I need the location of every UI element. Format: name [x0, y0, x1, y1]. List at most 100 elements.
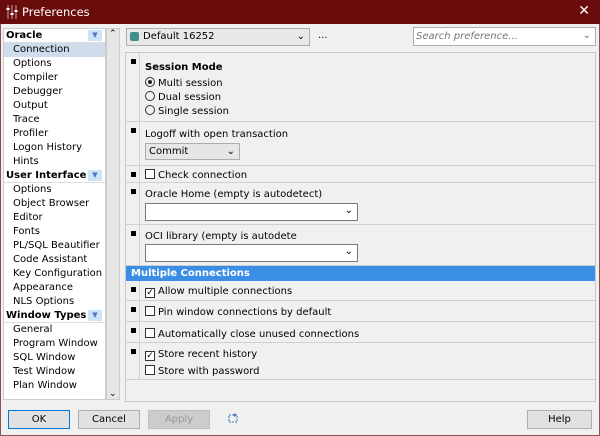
preferences-tree[interactable]: Oracle ▼ Connection Options Compiler Debugger… — [3, 28, 106, 400]
store-password-checkbox[interactable]: Store with password — [145, 365, 259, 377]
more-button[interactable]: ... — [318, 30, 328, 41]
tree-item[interactable]: Test Window — [4, 365, 105, 379]
radio-icon — [145, 77, 155, 87]
tree-item[interactable]: Editor — [4, 211, 105, 225]
chevron-down-icon: ⌄ — [296, 31, 305, 42]
tree-item[interactable]: PL/SQL Beautifier — [4, 239, 105, 253]
restore-defaults-icon[interactable] — [228, 413, 239, 424]
logoff-label: Logoff with open transaction — [145, 129, 289, 140]
collapse-icon[interactable]: ▼ — [88, 310, 102, 321]
radio-single-session[interactable]: Single session — [145, 105, 229, 117]
settings-panel: Session Mode Multi session Dual session … — [125, 52, 596, 402]
section-label: User Interface — [6, 170, 87, 181]
pin-group: Pin window connections by default — [126, 301, 595, 322]
section-marker — [131, 328, 136, 333]
logoff-select[interactable]: Commit ⌄ — [145, 143, 240, 160]
checkbox-label: Check connection — [158, 170, 248, 181]
tree-item[interactable]: Options — [4, 57, 105, 71]
radio-label: Single session — [158, 106, 229, 117]
oracle-home-group: Oracle Home (empty is autodetect) ⌄ — [126, 183, 595, 225]
session-mode-group: Session Mode Multi session Dual session … — [126, 53, 595, 122]
logoff-value: Commit — [149, 146, 189, 157]
section-label: Window Types — [6, 310, 87, 321]
check-connection-checkbox[interactable]: Check connection — [145, 169, 247, 181]
section-marker — [131, 172, 136, 177]
multiple-connections-header: Multiple Connections — [126, 266, 595, 281]
window-title: Preferences — [22, 5, 90, 19]
checkbox-label: Store recent history — [158, 349, 258, 360]
radio-multi-session[interactable]: Multi session — [145, 77, 223, 89]
tree-section-header[interactable]: User Interface ▼ — [4, 169, 105, 183]
cancel-button[interactable]: Cancel — [78, 410, 140, 429]
ok-button[interactable]: OK — [8, 410, 70, 429]
scroll-up-icon[interactable]: ⌃ — [109, 29, 117, 39]
allow-multiple-checkbox[interactable]: ✓ Allow multiple connections — [145, 286, 292, 298]
search-input[interactable] — [414, 28, 574, 45]
tree-section-header[interactable]: Window Types ▼ — [4, 309, 105, 323]
radio-label: Dual session — [158, 92, 222, 103]
tree-item[interactable]: Object Browser — [4, 197, 105, 211]
tree-item[interactable]: Appearance — [4, 281, 105, 295]
checkbox-label: Automatically close unused connections — [158, 329, 360, 340]
session-mode-title: Session Mode — [145, 62, 223, 73]
section-marker — [131, 287, 136, 292]
radio-icon — [145, 105, 155, 115]
tree-item[interactable]: SQL Window — [4, 351, 105, 365]
tree-item[interactable]: Output — [4, 99, 105, 113]
radio-icon — [145, 91, 155, 101]
chevron-down-icon[interactable]: ⌄ — [345, 246, 353, 257]
tree-item[interactable]: Trace — [4, 113, 105, 127]
tree-item[interactable]: Fonts — [4, 225, 105, 239]
tree-item[interactable]: Key Configuration — [4, 267, 105, 281]
chevron-down-icon: ⌄ — [226, 146, 235, 157]
tree-item[interactable]: Compiler — [4, 71, 105, 85]
profile-select[interactable]: Default 16252 ⌄ — [126, 28, 310, 46]
collapse-icon[interactable]: ▼ — [88, 30, 102, 41]
apply-button[interactable]: Apply — [148, 410, 210, 429]
checkbox-label: Store with password — [158, 366, 260, 377]
section-marker — [131, 307, 136, 312]
preferences-icon — [6, 5, 18, 19]
close-icon[interactable]: ✕ — [578, 3, 590, 19]
store-history-checkbox[interactable]: ✓ Store recent history — [145, 349, 257, 361]
tree-item[interactable]: Code Assistant — [4, 253, 105, 267]
autoclose-checkbox[interactable]: Automatically close unused connections — [145, 328, 359, 340]
tree-item[interactable]: Connection — [4, 43, 105, 57]
help-button[interactable]: Help — [527, 410, 592, 429]
radio-label: Multi session — [158, 78, 223, 89]
section-marker — [131, 59, 136, 64]
check-connection-group: Check connection — [126, 166, 595, 183]
checkbox-icon — [145, 306, 155, 316]
tree-item[interactable]: Profiler — [4, 127, 105, 141]
scroll-down-icon[interactable]: ⌄ — [109, 389, 117, 399]
tree-item[interactable]: Options — [4, 183, 105, 197]
oci-library-combo[interactable]: ⌄ — [145, 244, 358, 262]
tree-scrollbar[interactable]: ⌃ ⌄ — [106, 28, 120, 400]
checkbox-checked-icon: ✓ — [145, 288, 155, 298]
tree-item[interactable]: Plan Window — [4, 379, 105, 393]
chevron-down-icon[interactable]: ⌄ — [345, 205, 353, 216]
profile-value: Default 16252 — [143, 31, 215, 42]
oci-library-group: OCI library (empty is autodete ⌄ — [126, 225, 595, 266]
allow-multiple-group: ✓ Allow multiple connections — [126, 281, 595, 301]
section-marker — [131, 189, 136, 194]
tree-item[interactable]: NLS Options — [4, 295, 105, 309]
collapse-icon[interactable]: ▼ — [88, 170, 102, 181]
oci-library-label: OCI library (empty is autodete — [145, 231, 297, 242]
tree-item[interactable]: General — [4, 323, 105, 337]
radio-dual-session[interactable]: Dual session — [145, 91, 221, 103]
checkbox-icon — [145, 328, 155, 338]
checkbox-label: Pin window connections by default — [158, 307, 332, 318]
chevron-down-icon[interactable]: ⌄ — [583, 30, 591, 41]
section-label: Oracle — [6, 30, 43, 41]
search-box[interactable]: ⌄ — [413, 27, 596, 46]
pin-connections-checkbox[interactable]: Pin window connections by default — [145, 306, 331, 318]
tree-item[interactable]: Hints — [4, 155, 105, 169]
tree-item[interactable]: Program Window — [4, 337, 105, 351]
checkbox-icon — [145, 365, 155, 375]
oracle-home-combo[interactable]: ⌄ — [145, 203, 358, 221]
tree-item[interactable]: Logon History — [4, 141, 105, 155]
tree-item[interactable]: Debugger — [4, 85, 105, 99]
checkbox-icon — [145, 169, 155, 179]
tree-section-header[interactable]: Oracle ▼ — [4, 29, 105, 43]
